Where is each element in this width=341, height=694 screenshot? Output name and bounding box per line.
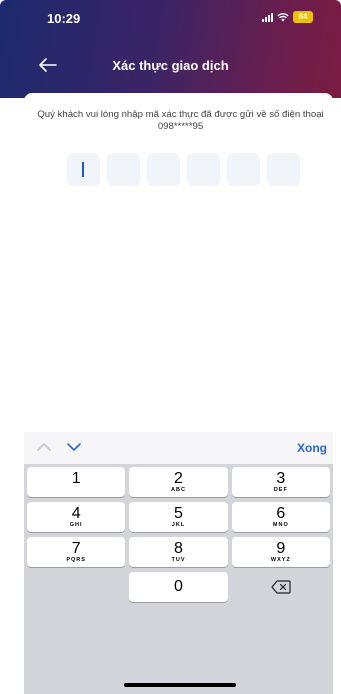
wifi-icon bbox=[277, 13, 289, 22]
otp-input-group[interactable] bbox=[67, 153, 300, 186]
status-bar: 10:29 84 bbox=[0, 0, 341, 40]
key-1[interactable]: 1 bbox=[27, 467, 126, 497]
page-title: Xác thực giao dịch bbox=[112, 58, 229, 73]
nav-bar: Xác thực giao dịch bbox=[0, 50, 341, 80]
otp-digit-input[interactable] bbox=[67, 153, 100, 186]
otp-digit-input[interactable] bbox=[267, 153, 300, 186]
key-5[interactable]: 5 JKL bbox=[129, 502, 228, 532]
key-4[interactable]: 4 GHI bbox=[27, 502, 126, 532]
chevron-up-icon bbox=[37, 443, 51, 451]
keyboard-accessory-bar: Xong bbox=[24, 432, 333, 464]
keypad: 1 2 ABC 3 DEF 4 GHI 5 JKL 6 MNO 7 PQRS 8 TUV 9W… bbox=[27, 467, 330, 607]
status-icons: 84 bbox=[262, 11, 313, 23]
backspace-icon bbox=[271, 580, 291, 594]
numeric-keyboard: Xong 1 2 ABC 3 DEF 4 GHI 5 JKL 6 MNO 7 PQRS 8T… bbox=[24, 432, 333, 694]
otp-panel: Quý khách vui lòng nhập mã xác thực đã đ… bbox=[24, 93, 333, 423]
key-9[interactable]: 9 WXYZ bbox=[231, 537, 330, 567]
key-6[interactable]: 6 MNO bbox=[231, 502, 330, 532]
key-8[interactable]: 8 TUV bbox=[129, 537, 228, 567]
battery-icon: 84 bbox=[293, 11, 313, 23]
key-7[interactable]: 7 PQRS bbox=[27, 537, 126, 567]
delete-key[interactable] bbox=[232, 572, 330, 602]
chevron-down-icon[interactable] bbox=[66, 441, 82, 453]
done-button[interactable]: Xong bbox=[297, 441, 327, 455]
header: 10:29 84 Xác thực giao dịch bbox=[0, 0, 341, 98]
keypad-row: 0 bbox=[27, 572, 330, 602]
keypad-row: 1 2 ABC 3 DEF bbox=[27, 467, 330, 497]
key-0[interactable]: 0 bbox=[129, 572, 228, 602]
otp-digit-input[interactable] bbox=[187, 153, 220, 186]
keypad-row: 4 GHI 5 JKL 6 MNO bbox=[27, 502, 330, 532]
key-blank bbox=[27, 572, 125, 602]
status-time: 10:29 bbox=[47, 11, 81, 26]
home-indicator bbox=[124, 683, 236, 687]
key-2[interactable]: 2 ABC bbox=[129, 467, 228, 497]
otp-instruction: Quý khách vui lòng nhập mã xác thực đã đ… bbox=[37, 109, 324, 132]
app-screen: 10:29 84 Xác thực giao dịch Quý khách vu… bbox=[0, 0, 341, 694]
key-3[interactable]: 3 DEF bbox=[231, 467, 330, 497]
otp-digit-input[interactable] bbox=[147, 153, 180, 186]
text-caret bbox=[82, 162, 84, 177]
otp-digit-input[interactable] bbox=[227, 153, 260, 186]
keypad-row: 7 PQRS 8 TUV 9 WXYZ bbox=[27, 537, 330, 567]
otp-digit-input[interactable] bbox=[107, 153, 140, 186]
signal-icon bbox=[262, 12, 273, 22]
